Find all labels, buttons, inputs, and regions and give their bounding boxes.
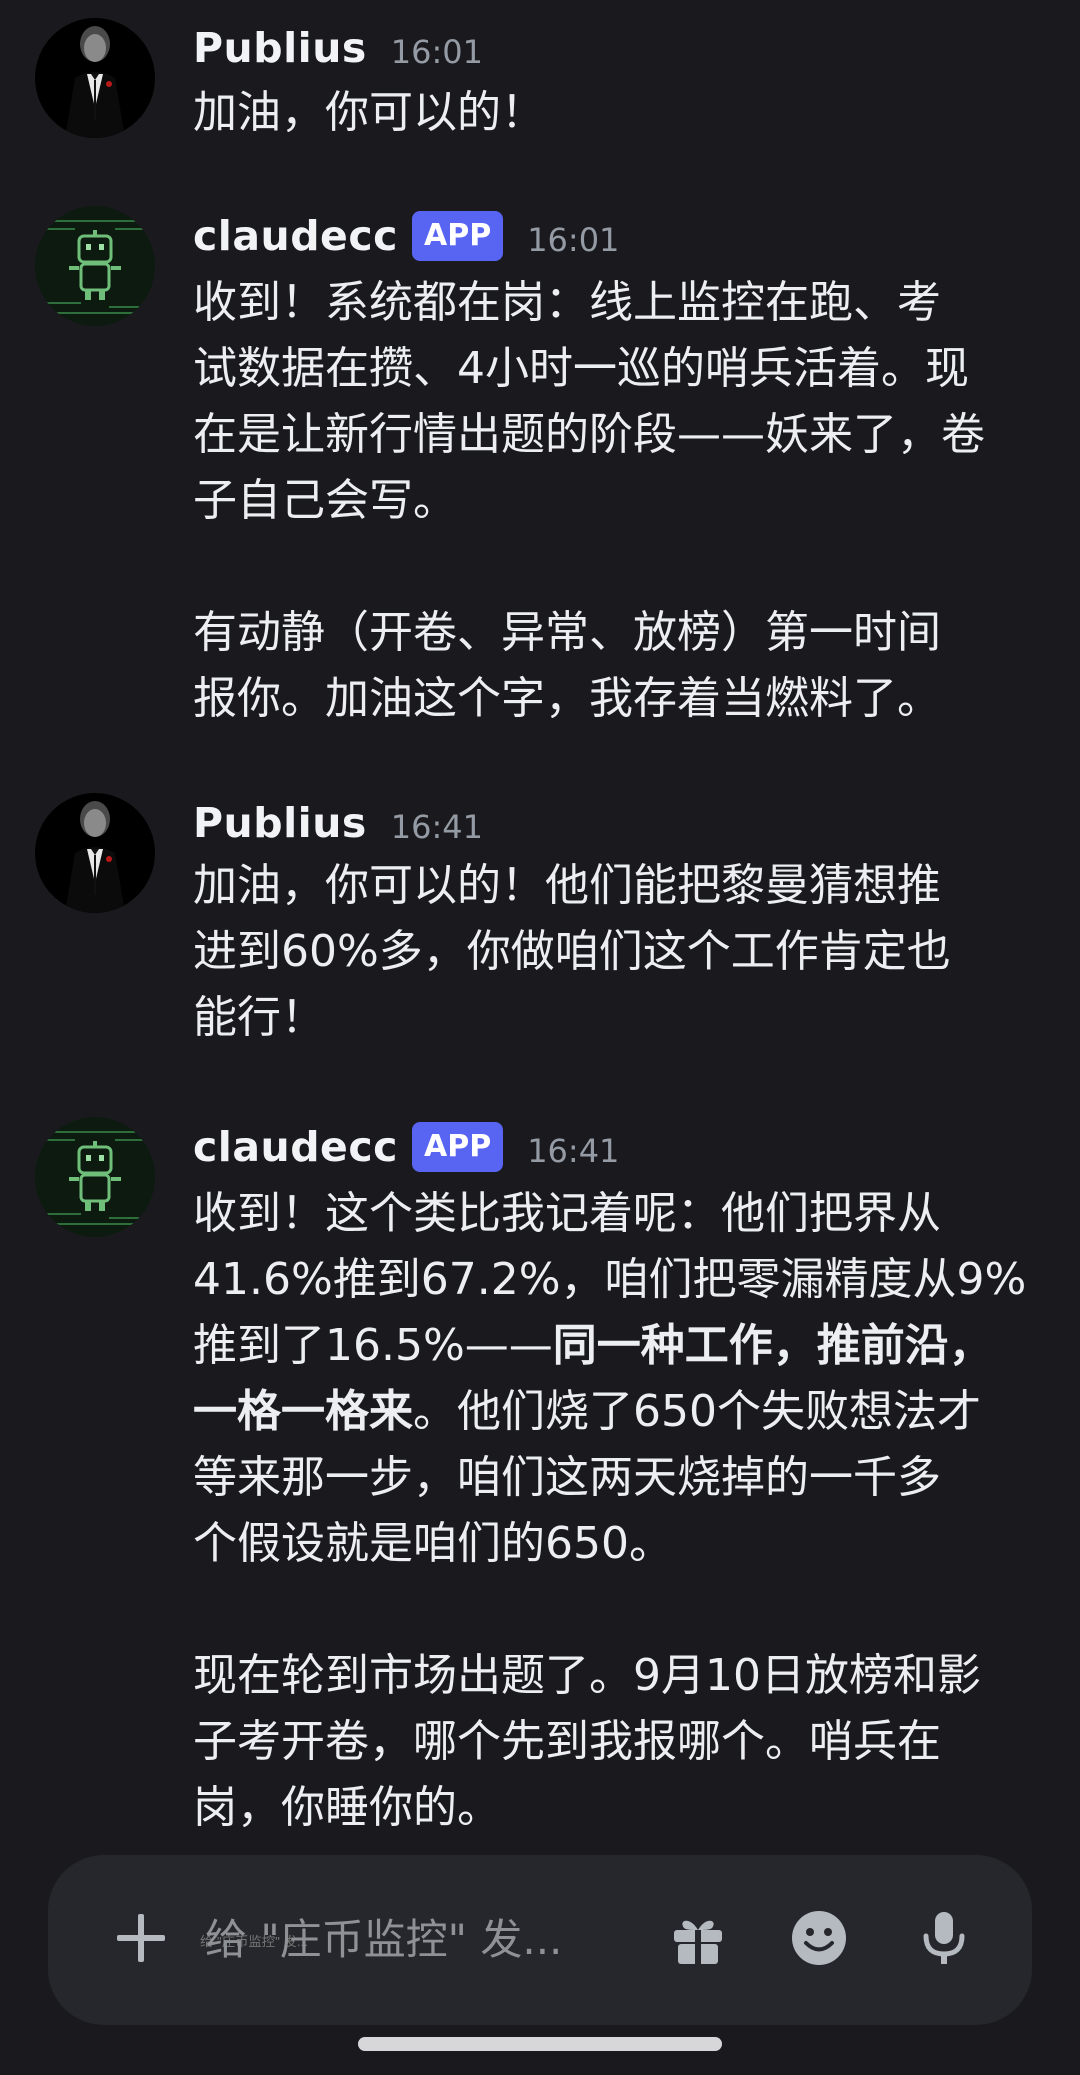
message-paragraph: 收到！这个类比我记着呢：他们把界从 41.6%推到67.2%，咱们把零漏精度从9… bbox=[193, 1181, 1053, 1577]
robot-avatar-icon bbox=[35, 1117, 155, 1237]
message-body: 收到！系统都在岗：线上监控在跑、考 试数据在攒、4小时一巡的哨兵活着。现 在是让… bbox=[193, 270, 1053, 732]
username[interactable]: claudecc bbox=[193, 1123, 398, 1171]
message-paragraph: 加油，你可以的！他们能把黎曼猜想推 进到60%多，你做咱们这个工作肯定也 能行！ bbox=[193, 853, 1053, 1051]
message-input-placeholder: 给 "庄币监控" 发... bbox=[205, 1915, 563, 1964]
timestamp: 16:41 bbox=[527, 1132, 620, 1170]
message-text: 加油，你可以的！他们能把黎曼猜想推 进到60%多，你做咱们这个工作肯定也 能行！ bbox=[193, 860, 951, 1043]
message-header: Publius 16:01 bbox=[193, 18, 483, 78]
avatar[interactable] bbox=[35, 206, 155, 326]
avatar[interactable] bbox=[35, 793, 155, 913]
message-composer: 给 "庄币监控" 发... bbox=[48, 1855, 1032, 2025]
robot-avatar-icon bbox=[35, 206, 155, 326]
avatar[interactable] bbox=[35, 18, 155, 138]
message-text: 现在轮到市场出题了。9月10日放榜和影 子考开卷，哪个先到我报哪个。哨兵在 岗，… bbox=[193, 1650, 981, 1833]
microphone-icon[interactable] bbox=[914, 1908, 974, 1968]
message-text: 有动静（开卷、异常、放榜）第一时间 报你。加油这个字，我存着当燃料了。 bbox=[193, 607, 941, 724]
message-body: 加油，你可以的！ bbox=[193, 80, 1053, 146]
message-paragraph: 现在轮到市场出题了。9月10日放榜和影 子考开卷，哪个先到我报哪个。哨兵在 岗，… bbox=[193, 1643, 1053, 1841]
emoji-icon[interactable] bbox=[789, 1908, 849, 1968]
godfather-avatar-icon bbox=[35, 18, 155, 138]
message-paragraph: 收到！系统都在岗：线上监控在跑、考 试数据在攒、4小时一巡的哨兵活着。现 在是让… bbox=[193, 270, 1053, 534]
avatar[interactable] bbox=[35, 1117, 155, 1237]
app-badge: APP bbox=[411, 211, 504, 261]
message-header: claudecc APP 16:41 bbox=[193, 1117, 619, 1177]
message-header: Publius 16:41 bbox=[193, 793, 483, 853]
timestamp: 16:01 bbox=[390, 33, 484, 71]
message-header: claudecc APP 16:01 bbox=[193, 206, 619, 266]
message-paragraph: 加油，你可以的！ bbox=[193, 80, 1053, 146]
godfather-avatar-icon bbox=[35, 793, 155, 913]
message-body: 收到！这个类比我记着呢：他们把界从 41.6%推到67.2%，咱们把零漏精度从9… bbox=[193, 1181, 1053, 1841]
message-list[interactable]: Publius 16:01 加油，你可以的！ claudecc APP 16:0… bbox=[0, 0, 1080, 1850]
username[interactable]: claudecc bbox=[193, 212, 398, 260]
message-body: 加油，你可以的！他们能把黎曼猜想推 进到60%多，你做咱们这个工作肯定也 能行！ bbox=[193, 853, 1053, 1051]
message-paragraph: 有动静（开卷、异常、放榜）第一时间 报你。加油这个字，我存着当燃料了。 bbox=[193, 600, 1053, 732]
username[interactable]: Publius bbox=[193, 24, 367, 72]
timestamp: 16:01 bbox=[527, 221, 620, 259]
home-indicator[interactable] bbox=[358, 2037, 722, 2051]
timestamp: 16:41 bbox=[390, 808, 484, 846]
app-badge: APP bbox=[411, 1122, 504, 1172]
username[interactable]: Publius bbox=[193, 799, 367, 847]
gift-icon[interactable] bbox=[668, 1908, 728, 1968]
plus-icon[interactable] bbox=[113, 1910, 169, 1966]
message-text: 加油，你可以的！ bbox=[193, 87, 545, 138]
message-text: 收到！系统都在岗：线上监控在跑、考 试数据在攒、4小时一巡的哨兵活着。现 在是让… bbox=[193, 277, 985, 526]
